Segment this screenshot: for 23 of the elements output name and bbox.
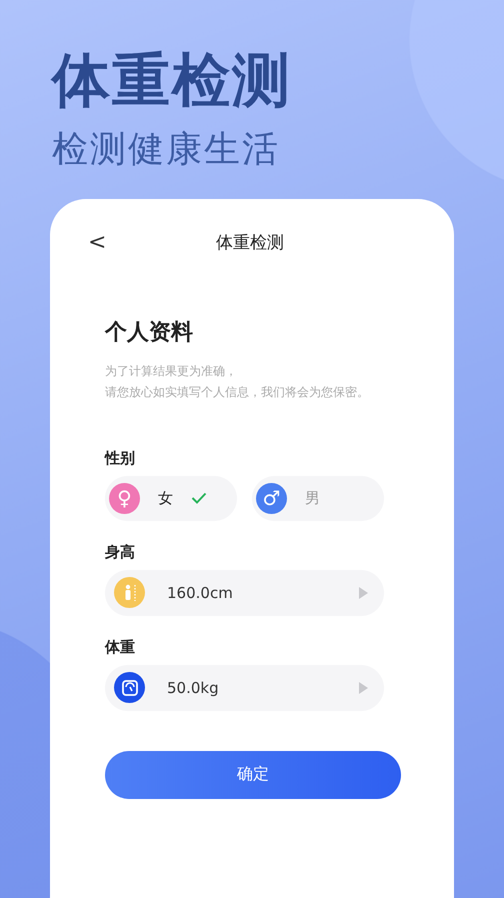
play-arrow-icon bbox=[359, 586, 368, 599]
confirm-button[interactable]: 确定 bbox=[105, 750, 401, 799]
value-field[interactable]: 160.0cm bbox=[105, 570, 384, 616]
gender-option[interactable]: ♀ 女 bbox=[105, 476, 237, 521]
scale-icon bbox=[114, 672, 145, 704]
description-text: 为了计算结果更为准确， 请您放心如实填写个人信息，我们将会为您保密。 bbox=[105, 362, 369, 401]
field-label: 身高 bbox=[105, 542, 135, 562]
value-field[interactable]: 50.0kg bbox=[105, 664, 384, 711]
gender-option[interactable]: ♂ 男 bbox=[252, 476, 384, 521]
play-arrow-icon bbox=[359, 682, 368, 694]
check-icon bbox=[191, 492, 207, 504]
gender-label: 男 bbox=[305, 488, 320, 508]
back-button[interactable]: < bbox=[82, 230, 112, 256]
gender-symbol: ♀ bbox=[109, 482, 140, 514]
gender-symbol: ♂ bbox=[256, 482, 287, 514]
field-label: 体重 bbox=[105, 638, 135, 657]
gender-label: 女 bbox=[158, 488, 173, 508]
person-icon bbox=[114, 577, 145, 608]
hero-subtitle: 检测健康生活 bbox=[52, 128, 280, 171]
screen-title: 体重检测 bbox=[215, 232, 286, 254]
field-label: 性别 bbox=[105, 448, 135, 468]
hero-title: 体重检测 bbox=[52, 46, 292, 116]
section-heading: 个人资料 bbox=[105, 318, 193, 347]
